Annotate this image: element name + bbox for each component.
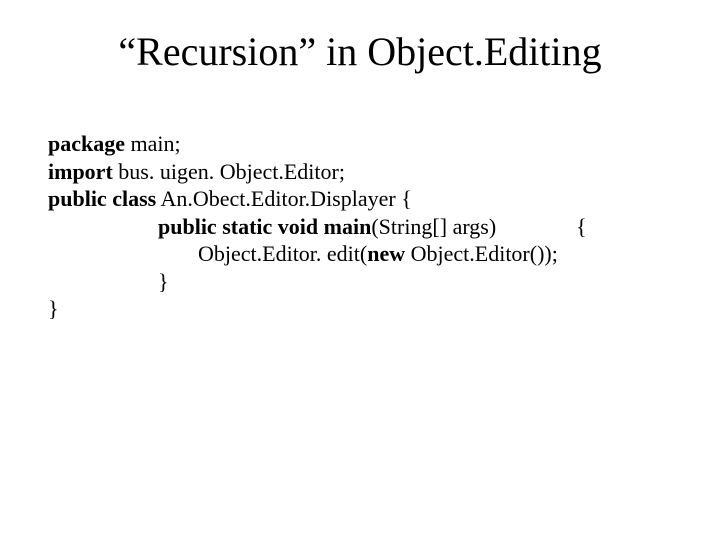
code-text: main; [125,131,181,156]
code-text: Object.Editor. edit( [198,241,367,266]
code-line-7: } [48,295,672,323]
code-line-2: import bus. uigen. Object.Editor; [48,158,672,186]
keyword-public-class: public class [48,186,156,211]
keyword-main: public static void main [158,214,371,239]
code-text: (String[] args) [371,214,496,239]
code-block: package main; import bus. uigen. Object.… [48,130,672,323]
keyword-package: package [48,131,125,156]
keyword-import: import [48,159,113,184]
code-line-1: package main; [48,130,672,158]
code-line-6: } [48,268,672,296]
code-text: An.Obect.Editor.Displayer { [156,186,412,211]
code-line-4: public static void main(String[] args) { [48,213,672,241]
keyword-new: new [367,241,405,266]
code-text: Object.Editor()); [405,241,558,266]
code-text: bus. uigen. Object.Editor; [113,159,345,184]
code-line-3: public class An.Obect.Editor.Displayer { [48,185,672,213]
slide-title: “Recursion” in Object.Editing [0,28,720,75]
code-text: { [576,214,587,239]
slide: “Recursion” in Object.Editing package ma… [0,0,720,540]
code-line-5: Object.Editor. edit(new Object.Editor())… [48,240,672,268]
